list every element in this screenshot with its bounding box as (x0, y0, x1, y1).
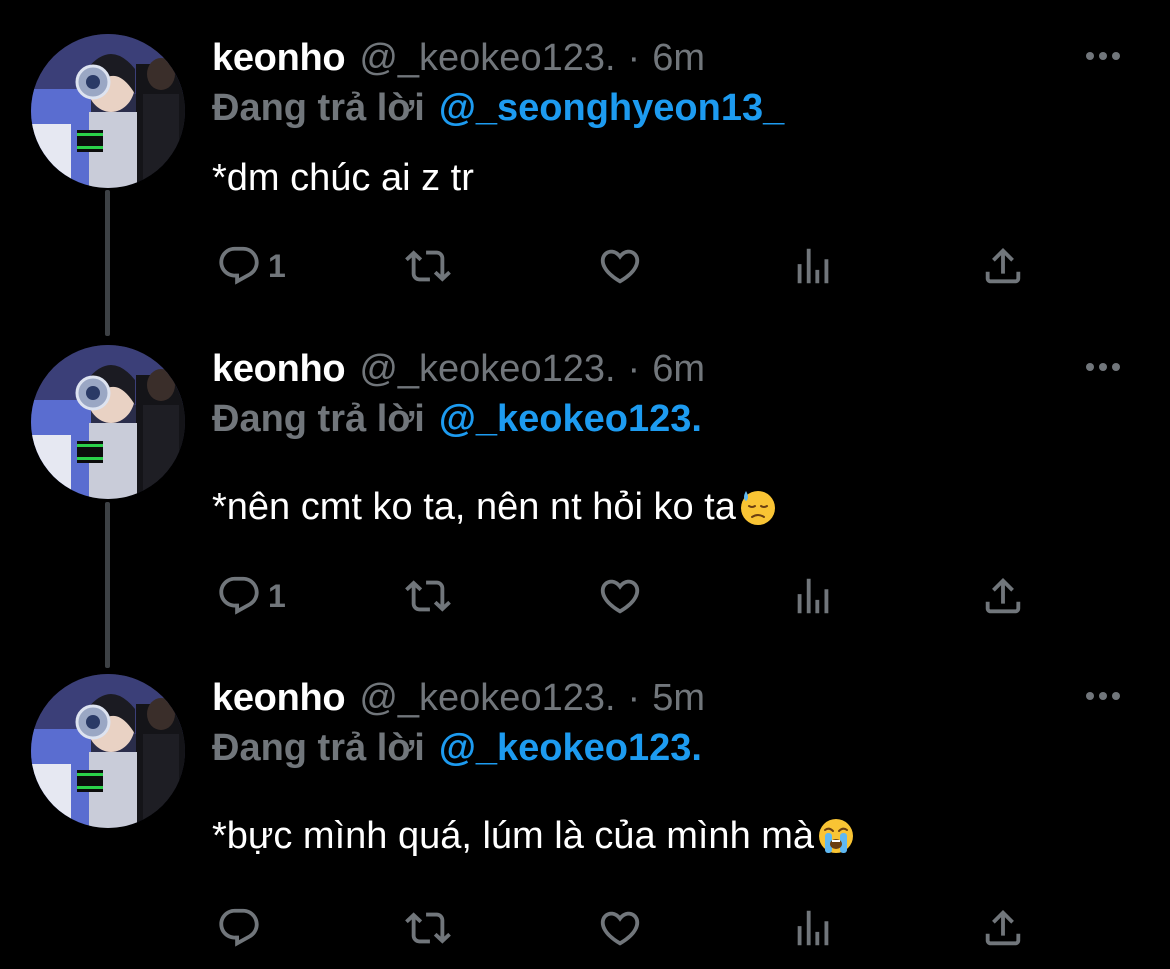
display-name[interactable]: keonho (212, 34, 346, 82)
like-button[interactable] (596, 903, 644, 953)
views-icon (797, 578, 829, 614)
replying-to-label: Đang trả lời (212, 727, 425, 769)
tweet[interactable]: keonho @_keokeo123. · 6m Đang trả lời @_s… (0, 34, 1170, 324)
retweet-icon (405, 580, 451, 612)
action-bar: 1 (212, 571, 1062, 621)
separator-dot: · (627, 37, 641, 79)
user-handle[interactable]: @_keokeo123. (359, 345, 615, 393)
retweet-button[interactable] (402, 903, 454, 953)
tweet[interactable]: keonho @_keokeo123. · 6m Đang trả lời @_k… (0, 345, 1170, 645)
user-handle[interactable]: @_keokeo123. (359, 674, 615, 722)
tweet-text: *dm chúc ai z tr (212, 154, 474, 202)
retweet-icon (405, 250, 451, 282)
reply-count: 1 (268, 247, 286, 284)
tweet-header: keonho @_keokeo123. · 6m (212, 345, 705, 393)
display-name[interactable]: keonho (212, 674, 346, 722)
reply-icon (219, 246, 259, 285)
reply-button[interactable] (216, 903, 268, 953)
replying-to-handle[interactable]: @_keokeo123. (439, 398, 702, 440)
tweet[interactable]: keonho @_keokeo123. · 5m Đang trả lời @_k… (0, 674, 1170, 964)
tweet-header: keonho @_keokeo123. · 5m (212, 674, 705, 722)
separator-dot: · (627, 348, 641, 390)
like-icon (600, 249, 640, 284)
timestamp[interactable]: 6m (652, 345, 705, 393)
tweet-text-content: *dm chúc ai z tr (212, 157, 474, 199)
replying-to-handle[interactable]: @_keokeo123. (439, 727, 702, 769)
reply-count: 1 (268, 577, 286, 614)
more-icon[interactable] (1086, 363, 1120, 371)
replying-to-label: Đang trả lời (212, 87, 425, 129)
reply-icon (219, 576, 259, 615)
loudly-crying-face-emoji (819, 819, 854, 853)
views-button[interactable] (790, 571, 836, 621)
timestamp[interactable]: 5m (652, 674, 705, 722)
share-icon (985, 577, 1021, 614)
replying-to: Đang trả lời @_keokeo123. (212, 395, 702, 443)
tweet-text-content: *bực mình quá, lúm là của mình mà (212, 815, 815, 857)
share-button[interactable] (980, 241, 1026, 291)
like-icon (600, 579, 640, 614)
avatar[interactable] (31, 674, 185, 828)
like-button[interactable] (596, 241, 644, 291)
replying-to: Đang trả lời @_keokeo123. (212, 724, 702, 772)
retweet-icon (405, 912, 451, 944)
reply-button[interactable]: 1 (216, 571, 286, 621)
views-icon (797, 910, 829, 946)
share-button[interactable] (980, 903, 1026, 953)
retweet-button[interactable] (402, 241, 454, 291)
reply-icon (219, 908, 259, 947)
views-button[interactable] (790, 241, 836, 291)
avatar[interactable] (31, 345, 185, 499)
display-name[interactable]: keonho (212, 345, 346, 393)
action-bar (212, 903, 1062, 953)
views-button[interactable] (790, 903, 836, 953)
like-icon (600, 911, 640, 946)
more-icon[interactable] (1086, 692, 1120, 700)
action-bar: 1 (212, 241, 1062, 291)
reply-button[interactable]: 1 (216, 241, 286, 291)
replying-to-label: Đang trả lời (212, 398, 425, 440)
tweet-header: keonho @_keokeo123. · 6m (212, 34, 705, 82)
share-icon (985, 909, 1021, 946)
share-button[interactable] (980, 571, 1026, 621)
replying-to: Đang trả lời @_seonghyeon13_ (212, 84, 784, 132)
tweet-text-content: *nên cmt ko ta, nên nt hỏi ko ta (212, 486, 736, 528)
avatar[interactable] (31, 34, 185, 188)
more-icon[interactable] (1086, 52, 1120, 60)
replying-to-handle[interactable]: @_seonghyeon13_ (439, 87, 784, 129)
timestamp[interactable]: 6m (652, 34, 705, 82)
share-icon (985, 247, 1021, 284)
retweet-button[interactable] (402, 571, 454, 621)
tweet-text: *nên cmt ko ta, nên nt hỏi ko ta (212, 483, 778, 531)
tweet-text: *bực mình quá, lúm là của mình mà (212, 812, 856, 860)
views-icon (797, 248, 829, 284)
like-button[interactable] (596, 571, 644, 621)
user-handle[interactable]: @_keokeo123. (359, 34, 615, 82)
downcast-face-with-sweat-emoji (740, 491, 775, 525)
separator-dot: · (627, 677, 641, 719)
